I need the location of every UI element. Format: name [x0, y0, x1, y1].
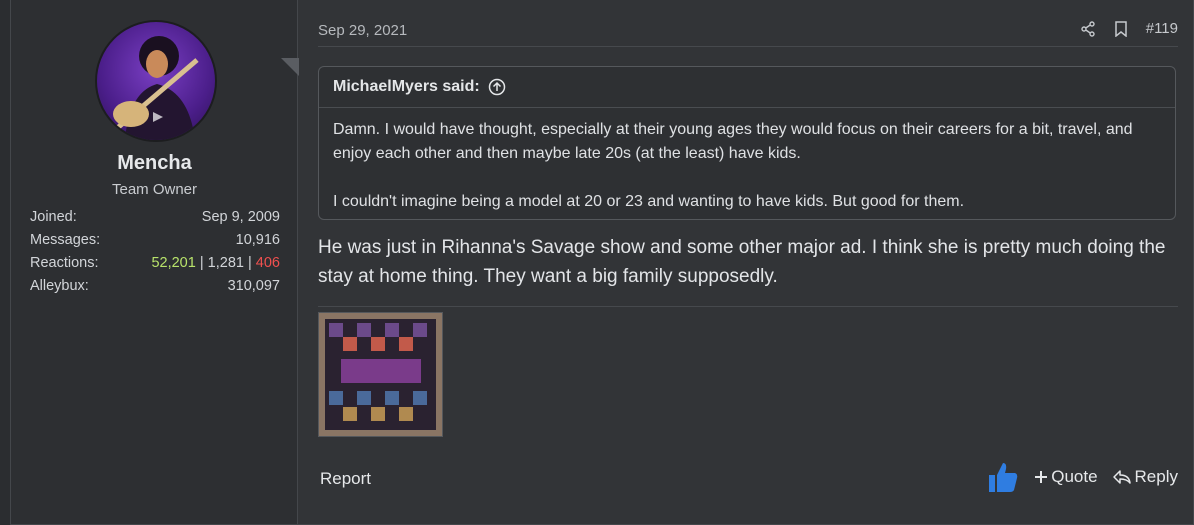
stat-label: Joined: [30, 209, 77, 225]
reactions-positive[interactable]: 52,201 [151, 255, 195, 271]
reactions-negative[interactable]: 406 [256, 255, 280, 271]
user-sidebar: Mencha Team Owner Joined: Sep 9, 2009 Me… [11, 0, 299, 524]
stat-reactions: Reactions: 52,201 | 1,281 | 406 [30, 252, 280, 275]
username[interactable]: Mencha [11, 152, 298, 175]
stat-alleybux: Alleybux: 310,097 [30, 275, 280, 298]
quote-author[interactable]: MichaelMyers said: [333, 67, 480, 107]
reactions-separator: | [247, 255, 252, 271]
post-footer-actions: Quote Reply [986, 460, 1178, 494]
quote-text: Damn. I would have thought, especially a… [333, 121, 1133, 162]
reply-arrow-icon [1112, 469, 1132, 485]
report-link[interactable]: Report [320, 469, 371, 489]
stat-value: 310,097 [227, 278, 280, 294]
thumbs-up-icon[interactable] [986, 460, 1020, 494]
stat-joined: Joined: Sep 9, 2009 [30, 206, 280, 229]
attachment-thumbnail[interactable] [318, 312, 443, 437]
post-container: Mencha Team Owner Joined: Sep 9, 2009 Me… [10, 0, 1194, 525]
stat-value: Sep 9, 2009 [201, 209, 280, 225]
stat-messages: Messages: 10,916 [30, 229, 280, 252]
quote-text: I couldn't imagine being a model at 20 o… [333, 193, 965, 210]
post-header-actions: #119 [1080, 20, 1178, 37]
stat-value[interactable]: 10,916 [236, 229, 280, 252]
stat-label: Alleybux: [30, 278, 89, 294]
quote-block: MichaelMyers said: Damn. I would have th… [318, 66, 1176, 220]
post-date[interactable]: Sep 29, 2021 [318, 22, 407, 39]
reply-label: Reply [1134, 467, 1178, 486]
quote-label: Quote [1051, 467, 1098, 486]
message-arrow [281, 58, 299, 76]
stat-label: Messages: [30, 232, 101, 248]
bookmark-icon[interactable] [1114, 20, 1128, 37]
post-message: He was just in Rihanna's Savage show and… [318, 237, 1166, 287]
plus-icon [1034, 470, 1048, 484]
share-icon[interactable] [1080, 20, 1096, 37]
attachment-image [319, 313, 442, 436]
quote-body: Damn. I would have thought, especially a… [319, 108, 1175, 224]
user-avatar[interactable] [95, 20, 217, 142]
message-divider [318, 306, 1178, 307]
quote-button[interactable]: Quote [1034, 467, 1098, 487]
stat-label: Reactions: [30, 255, 99, 271]
user-stats: Joined: Sep 9, 2009 Messages: 10,916 Rea… [30, 206, 280, 298]
reactions-neutral[interactable]: 1,281 [208, 255, 244, 271]
stat-value: 52,201 | 1,281 | 406 [151, 252, 280, 275]
user-title: Team Owner [111, 181, 198, 198]
quote-header[interactable]: MichaelMyers said: [319, 67, 1175, 108]
reply-button[interactable]: Reply [1112, 467, 1178, 487]
reactions-separator: | [199, 255, 204, 271]
arrow-up-circle-icon[interactable] [488, 78, 506, 96]
post-number[interactable]: #119 [1146, 20, 1178, 37]
header-divider [318, 46, 1178, 47]
avatar-illustration [113, 36, 199, 140]
post-main: Sep 29, 2021 #119 MichaelMyers said: Dam… [318, 0, 1178, 524]
